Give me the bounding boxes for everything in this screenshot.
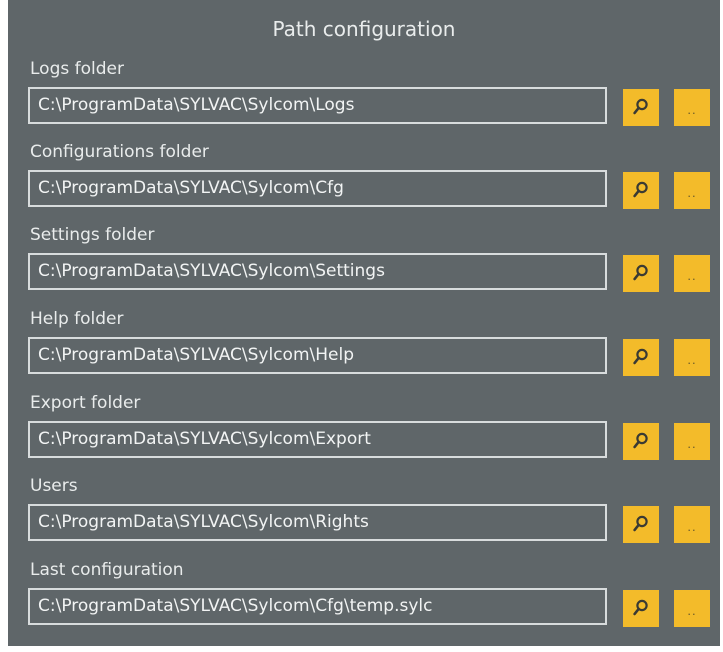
help-folder-path-field[interactable]: C:\ProgramData\SYLVAC\Sylcom\Help (28, 337, 607, 374)
search-icon (633, 264, 648, 281)
help-folder-label: Help folder (30, 309, 124, 329)
help-folder-group: Help folder C:\ProgramData\SYLVAC\Sylcom… (28, 308, 720, 392)
configurations-folder-group: Configurations folder C:\ProgramData\SYL… (28, 141, 720, 225)
more-dots: .. (687, 102, 697, 117)
last-configuration-label: Last configuration (30, 560, 184, 580)
users-folder-label: Users (30, 476, 78, 496)
help-folder-more-button[interactable]: .. (674, 339, 710, 376)
search-icon (633, 348, 648, 365)
logs-folder-more-button[interactable]: .. (674, 89, 710, 126)
export-folder-path-field[interactable]: C:\ProgramData\SYLVAC\Sylcom\Export (28, 421, 607, 458)
export-folder-browse-button[interactable] (623, 423, 659, 460)
configurations-folder-browse-button[interactable] (623, 172, 659, 209)
help-folder-browse-button[interactable] (623, 339, 659, 376)
export-folder-group: Export folder C:\ProgramData\SYLVAC\Sylc… (28, 392, 720, 476)
users-folder-browse-button[interactable] (623, 506, 659, 543)
search-icon (633, 515, 648, 532)
settings-folder-browse-button[interactable] (623, 255, 659, 292)
more-dots: .. (687, 185, 697, 200)
configurations-folder-more-button[interactable]: .. (674, 172, 710, 209)
more-dots: .. (687, 603, 697, 618)
more-dots: .. (687, 268, 697, 283)
settings-folder-path-field[interactable]: C:\ProgramData\SYLVAC\Sylcom\Settings (28, 253, 607, 290)
logs-folder-browse-button[interactable] (623, 89, 659, 126)
export-folder-more-button[interactable]: .. (674, 423, 710, 460)
more-dots: .. (687, 519, 697, 534)
users-folder-more-button[interactable]: .. (674, 506, 710, 543)
export-folder-label: Export folder (30, 393, 141, 413)
last-configuration-more-button[interactable]: .. (674, 590, 710, 627)
search-icon (633, 432, 648, 449)
search-icon (633, 98, 648, 115)
logs-folder-label: Logs folder (30, 59, 124, 79)
settings-folder-label: Settings folder (30, 225, 155, 245)
last-configuration-path-field[interactable]: C:\ProgramData\SYLVAC\Sylcom\Cfg\temp.sy… (28, 588, 607, 625)
logs-folder-path-field[interactable]: C:\ProgramData\SYLVAC\Sylcom\Logs (28, 87, 607, 124)
configurations-folder-label: Configurations folder (30, 142, 209, 162)
configurations-folder-path-field[interactable]: C:\ProgramData\SYLVAC\Sylcom\Cfg (28, 170, 607, 207)
users-folder-path-field[interactable]: C:\ProgramData\SYLVAC\Sylcom\Rights (28, 504, 607, 541)
search-icon (633, 599, 648, 616)
last-configuration-browse-button[interactable] (623, 590, 659, 627)
settings-folder-group: Settings folder C:\ProgramData\SYLVAC\Sy… (28, 224, 720, 308)
more-dots: .. (687, 436, 697, 451)
settings-folder-more-button[interactable]: .. (674, 255, 710, 292)
users-folder-group: Users C:\ProgramData\SYLVAC\Sylcom\Right… (28, 475, 720, 559)
more-dots: .. (687, 352, 697, 367)
panel-title: Path configuration (272, 17, 456, 41)
logs-folder-group: Logs folder C:\ProgramData\SYLVAC\Sylcom… (28, 58, 720, 142)
path-configuration-panel: Path configuration Logs folder C:\Progra… (8, 0, 720, 646)
search-icon (633, 181, 648, 198)
last-configuration-group: Last configuration C:\ProgramData\SYLVAC… (28, 559, 720, 643)
